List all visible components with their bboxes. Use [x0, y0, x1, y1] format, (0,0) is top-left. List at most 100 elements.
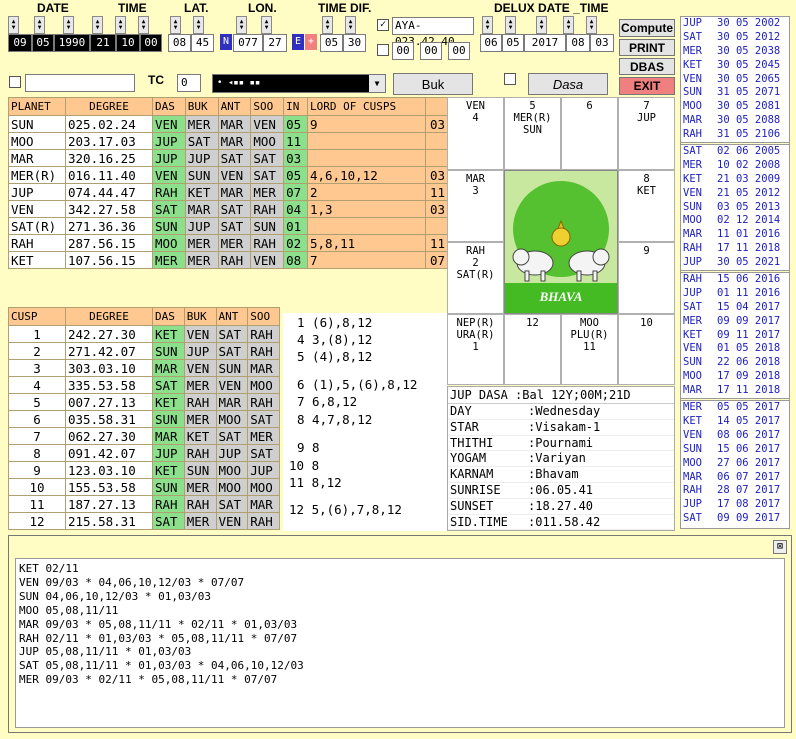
- compute-button[interactable]: Compute: [619, 19, 675, 37]
- dasa-item[interactable]: JUP 01 11 2016: [681, 287, 789, 301]
- dasa-button[interactable]: Dasa: [528, 73, 608, 95]
- dasa-item[interactable]: MOO 02 12 2014: [681, 214, 789, 228]
- dasa-item[interactable]: SUN 22 06 2018: [681, 356, 789, 370]
- spinner-icon[interactable]: ▲ ▼: [322, 16, 333, 34]
- dasa-item[interactable]: SUN 31 05 2071: [681, 86, 789, 100]
- spinner-icon[interactable]: ▲ ▼: [63, 16, 74, 34]
- spinner-icon[interactable]: ▲ ▼: [236, 16, 247, 34]
- dasa-item[interactable]: KET 14 05 2017: [681, 415, 789, 429]
- dasa-item[interactable]: SAT 30 05 2012: [681, 31, 789, 45]
- ext-input-1[interactable]: 00: [392, 42, 414, 60]
- delux-month-input[interactable]: 05: [502, 34, 524, 52]
- dasa-item[interactable]: RAH 17 11 2018: [681, 242, 789, 256]
- name-input[interactable]: [25, 74, 135, 92]
- dasa-item[interactable]: MOO 27 06 2017: [681, 457, 789, 471]
- td-min-input[interactable]: 30: [343, 34, 366, 52]
- delux-year-input[interactable]: 2017: [524, 34, 566, 52]
- spinner-icon[interactable]: ▲ ▼: [586, 16, 597, 34]
- dasa-item[interactable]: MAR 17 11 2018: [681, 384, 789, 398]
- spinner-icon[interactable]: ▲ ▼: [345, 16, 356, 34]
- name-checkbox[interactable]: [9, 76, 21, 88]
- lon-min-input[interactable]: 27: [263, 34, 287, 52]
- delux-day-input[interactable]: 06: [480, 34, 502, 52]
- dasa-item[interactable]: MAR 30 05 2088: [681, 114, 789, 128]
- delux-min-input[interactable]: 03: [590, 34, 614, 52]
- dasa-item[interactable]: SUN 03 05 2013: [681, 201, 789, 215]
- spinner-icon[interactable]: ▲ ▼: [482, 16, 493, 34]
- minute-input[interactable]: 10: [116, 34, 140, 52]
- spinner-icon[interactable]: ▲ ▼: [563, 16, 574, 34]
- chevron-down-icon[interactable]: ▼: [369, 75, 385, 92]
- dasa-item[interactable]: VEN 21 05 2012: [681, 187, 789, 201]
- dasa-item[interactable]: KET 09 11 2017: [681, 329, 789, 343]
- dasa-planet: JUP: [683, 286, 702, 299]
- dasa-item[interactable]: KET 30 05 2045: [681, 59, 789, 73]
- td-hour-input[interactable]: 05: [320, 34, 343, 52]
- lon-deg-input[interactable]: 077: [233, 34, 263, 52]
- dasa-item[interactable]: MAR 11 01 2016: [681, 228, 789, 242]
- dasa-item[interactable]: SUN 15 06 2017: [681, 443, 789, 457]
- dasa-item[interactable]: MER 05 05 2017: [681, 401, 789, 415]
- ayanamsa-checkbox[interactable]: ✓: [377, 19, 389, 31]
- date-time-spinners[interactable]: ▲ ▼ ▲ ▼ ▲ ▼ ▲ ▼ ▲ ▼ ▲ ▼: [8, 16, 149, 34]
- month-input[interactable]: 05: [32, 34, 54, 52]
- tc-input[interactable]: 0: [177, 74, 201, 92]
- day-input[interactable]: 09: [8, 34, 32, 52]
- dasa-item[interactable]: SAT 09 09 2017: [681, 512, 789, 526]
- combo-select[interactable]: • ◂▪▪ ▪▪ ▼: [212, 74, 386, 93]
- dasa-item[interactable]: MOO 30 05 2081: [681, 100, 789, 114]
- delux-hour-input[interactable]: 08: [566, 34, 590, 52]
- ext-input-3[interactable]: 00: [448, 42, 470, 60]
- spinner-icon[interactable]: ▲ ▼: [536, 16, 547, 34]
- spinner-icon[interactable]: ▲ ▼: [34, 16, 45, 34]
- lat-dir-toggle[interactable]: N: [220, 34, 232, 50]
- dasa-item[interactable]: MER 30 05 2038: [681, 45, 789, 59]
- dasa-checkbox[interactable]: [504, 73, 516, 85]
- print-button[interactable]: PRINT: [619, 39, 675, 56]
- ext-input-2[interactable]: 00: [420, 42, 442, 60]
- lon-sign-toggle[interactable]: +: [305, 34, 317, 50]
- spinner-icon[interactable]: ▲ ▼: [138, 16, 149, 34]
- spinner-icon[interactable]: ▲ ▼: [115, 16, 126, 34]
- ayanamsa-field[interactable]: AYA-023.42.40: [392, 17, 474, 48]
- year-input[interactable]: 1990: [54, 34, 90, 52]
- close-icon[interactable]: ⊠: [773, 540, 787, 554]
- dasa-item[interactable]: RAH 31 05 2106: [681, 128, 789, 142]
- dasa-item[interactable]: SAT 15 04 2017: [681, 301, 789, 315]
- dasa-item[interactable]: JUP 30 05 2021: [681, 256, 789, 270]
- dasa-date: 15 06 2017: [717, 442, 781, 455]
- spinner-icon[interactable]: ▲ ▼: [193, 16, 204, 34]
- hour-input[interactable]: 21: [90, 34, 116, 52]
- dasa-item[interactable]: MOO 17 09 2018: [681, 370, 789, 384]
- dbas-button[interactable]: DBAS: [619, 58, 675, 75]
- dasa-item[interactable]: SAT 02 06 2005: [681, 145, 789, 159]
- lat-min-input[interactable]: 45: [191, 34, 214, 52]
- dasa-item[interactable]: MER 09 09 2017: [681, 315, 789, 329]
- dasa-item[interactable]: MAR 06 07 2017: [681, 471, 789, 485]
- dasa-item[interactable]: JUP 17 08 2017: [681, 498, 789, 512]
- dasa-item[interactable]: VEN 01 05 2018: [681, 342, 789, 356]
- planet-cell: VEN: [152, 115, 186, 133]
- dasa-planet: JUP: [683, 498, 702, 511]
- dasa-item[interactable]: JUP 30 05 2002: [681, 17, 789, 31]
- exit-button[interactable]: EXIT: [619, 77, 675, 95]
- spinner-icon[interactable]: ▲ ▼: [261, 16, 272, 34]
- spinner-icon[interactable]: ▲ ▼: [92, 16, 103, 34]
- buk-button[interactable]: Buk: [393, 73, 473, 95]
- dasa-item[interactable]: RAH 28 07 2017: [681, 484, 789, 498]
- dasa-item[interactable]: MER 10 02 2008: [681, 159, 789, 173]
- planet-cell: 342.27.58: [65, 200, 153, 218]
- ext-checkbox[interactable]: [377, 44, 389, 56]
- lat-deg-input[interactable]: 08: [168, 34, 191, 52]
- dasa-item[interactable]: RAH 15 06 2016: [681, 273, 789, 287]
- second-input[interactable]: 00: [140, 34, 162, 52]
- lon-dir-toggle[interactable]: E: [292, 34, 304, 50]
- dasa-item[interactable]: KET 21 03 2009: [681, 173, 789, 187]
- spinner-icon[interactable]: ▲ ▼: [505, 16, 516, 34]
- planet-row: SUN 025.02.24 VEN MER MAR VEN 05 9 03: [8, 115, 448, 133]
- dasa-planet: RAH: [683, 242, 702, 255]
- spinner-icon[interactable]: ▲ ▼: [170, 16, 181, 34]
- dasa-item[interactable]: VEN 08 06 2017: [681, 429, 789, 443]
- dasa-item[interactable]: VEN 30 05 2065: [681, 73, 789, 87]
- spinner-icon[interactable]: ▲ ▼: [8, 16, 19, 34]
